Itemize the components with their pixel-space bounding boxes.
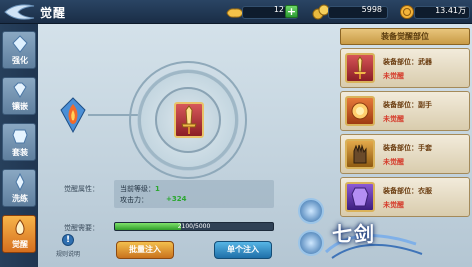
single-inject-button[interactable]: 单个注入 (214, 241, 272, 259)
currency-coins-value: 5998 (361, 5, 382, 14)
slot-weapon[interactable]: 装备部位：武器 未觉醒 (340, 48, 470, 88)
side-tabs: 强化 镶嵌 套装 洗练 觉醒 (0, 24, 38, 267)
attack-label: 攻击力： (120, 196, 148, 204)
awaken-progress-text: 2100/5000 (177, 223, 211, 230)
top-bar: 觉醒 12 + 5998 13.41万 (0, 0, 472, 24)
batch-inject-button[interactable]: 批量注入 (116, 241, 174, 259)
tab-set-label: 套装 (12, 148, 28, 157)
orb-icon (351, 102, 369, 120)
flame-icon (15, 219, 25, 235)
weapon-thumb (345, 53, 375, 83)
logo-text: 七剑 (332, 222, 376, 246)
level-value: 1 (155, 185, 160, 193)
glove-icon (353, 144, 367, 164)
slot-weapon-state: 未觉醒 (383, 72, 404, 80)
gem-icon (13, 82, 27, 98)
slot-list-header: 装备觉醒部位 (340, 28, 470, 45)
fire-gem-icon (60, 97, 86, 134)
tab-enhance-label: 强化 (12, 56, 28, 65)
slot-gloves-state: 未觉醒 (383, 158, 404, 166)
gloves-thumb (345, 139, 375, 169)
tab-set[interactable]: 套装 (2, 123, 36, 161)
armor-icon (12, 129, 28, 144)
tab-inlay-label: 镶嵌 (12, 102, 28, 111)
awaken-progress-bar: 2100/5000 (114, 222, 274, 231)
slot-offhand-name: 装备部位：副手 (383, 101, 432, 109)
offhand-thumb (345, 96, 375, 126)
tab-enhance[interactable]: 强化 (2, 31, 36, 69)
slot-offhand-state: 未觉醒 (383, 115, 404, 123)
slot-gloves-name: 装备部位：手套 (383, 144, 432, 152)
attack-value: +324 (166, 195, 187, 203)
level-label: 当前等级： (120, 185, 155, 193)
level-row: 当前等级：1 (120, 184, 160, 194)
back-button[interactable] (2, 1, 36, 23)
weapon-slot-tile[interactable] (174, 102, 204, 138)
awaken-screen: 觉醒 12 + 5998 13.41万 强化 镶嵌 套装 洗练 觉醒 觉醒属性：… (0, 0, 472, 267)
tab-inlay[interactable]: 镶嵌 (2, 77, 36, 115)
back-arrow-icon (4, 4, 35, 20)
crystal-icon (15, 173, 25, 191)
tab-awaken-label: 觉醒 (12, 240, 28, 249)
help-label: 规则说明 (56, 251, 81, 258)
game-logo: 七剑 (296, 204, 426, 264)
help-button[interactable]: ! (62, 234, 74, 246)
attr-label: 觉醒属性： (64, 185, 99, 193)
attack-row: 攻击力： +324 (120, 195, 186, 205)
sword-icon (354, 56, 366, 79)
tab-refine[interactable]: 洗练 (2, 169, 36, 207)
awaken-panel: 觉醒属性： 当前等级：1 攻击力： +324 觉醒需要： 2100/5000 ! … (40, 26, 336, 267)
page-title: 觉醒 (40, 6, 67, 20)
currency-gold-value: 13.41万 (435, 6, 466, 15)
slot-gloves[interactable]: 装备部位：手套 未觉醒 (340, 134, 470, 174)
slot-armor-name: 装备部位：衣服 (383, 187, 432, 195)
tab-awaken[interactable]: 觉醒 (2, 215, 36, 253)
diamond-icon (12, 35, 28, 53)
slot-weapon-name: 装备部位：武器 (383, 58, 432, 66)
attr-box: 当前等级：1 攻击力： +324 (114, 180, 274, 208)
tab-refine-label: 洗练 (12, 194, 28, 203)
sword-icon (181, 105, 197, 134)
need-label: 觉醒需要： (64, 224, 99, 232)
add-ingot-button[interactable]: + (285, 5, 298, 18)
slot-offhand[interactable]: 装备部位：副手 未觉醒 (340, 91, 470, 131)
currency-ingot-value: 12 (273, 5, 284, 14)
